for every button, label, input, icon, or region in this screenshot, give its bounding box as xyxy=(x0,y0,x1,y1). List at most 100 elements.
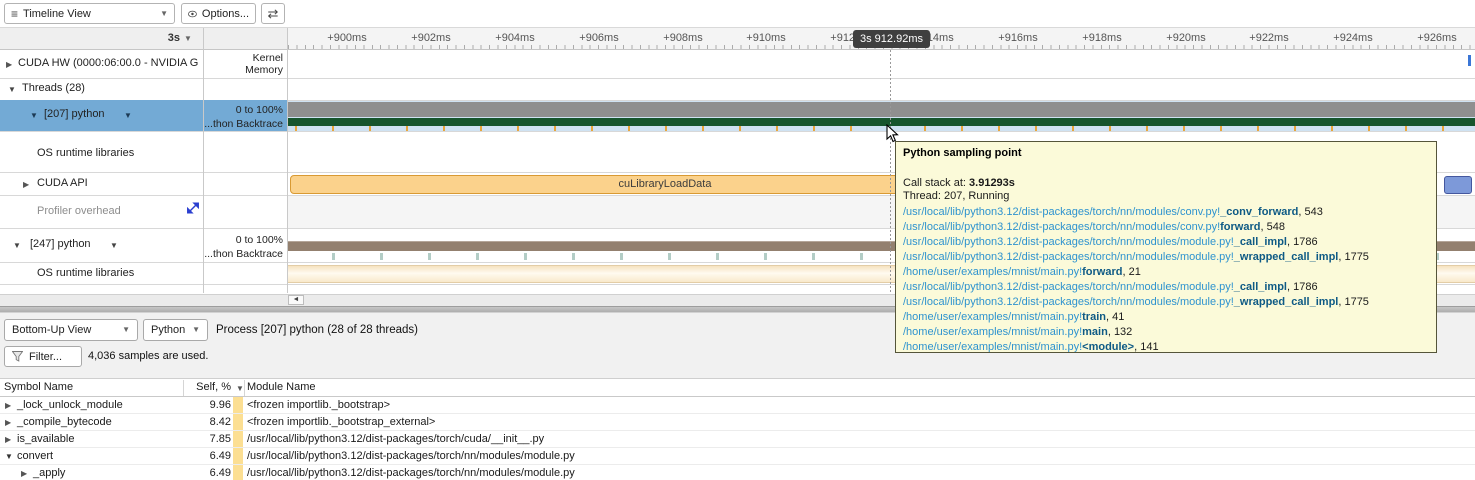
row-label: Profiler overhead xyxy=(37,205,121,217)
sidebar-row-os-runtime-207[interactable]: OS runtime libraries xyxy=(0,131,287,172)
callstack-prefix: Call stack at: xyxy=(903,177,970,189)
frame-func: _wrapped_call_impl xyxy=(1233,251,1339,263)
column-divider[interactable] xyxy=(183,380,184,396)
expander-icon[interactable]: ▼ xyxy=(8,85,16,94)
cuda-api-call-label: cuLibraryLoadData xyxy=(618,178,712,190)
python-backtrace-bar-207[interactable] xyxy=(288,118,1475,126)
sidebar-row-profiler-overhead[interactable]: Profiler overhead xyxy=(0,195,287,228)
view-selector-dropdown[interactable]: ≡ Timeline View ▼ xyxy=(4,3,175,24)
ruler-tick-label: +924ms xyxy=(1333,32,1373,44)
ruler-tick-label: +900ms xyxy=(327,32,367,44)
sidebar-row-cuda-api[interactable]: ▶ CUDA API xyxy=(0,172,287,195)
self-pct-cell: 6.49 xyxy=(209,467,231,479)
expander-icon[interactable]: ▼ xyxy=(30,111,38,120)
frame-func: _conv_forward xyxy=(1220,206,1299,218)
table-row[interactable]: ▶ _compile_bytecode 8.42 <frozen importl… xyxy=(0,414,1475,431)
ruler-tick-label: +916ms xyxy=(998,32,1038,44)
view-selector-label: Timeline View xyxy=(23,7,91,20)
ruler-tick-label: +920ms xyxy=(1166,32,1206,44)
expander-icon[interactable]: ▶ xyxy=(23,180,29,189)
track-kind-label: Memory xyxy=(245,64,283,76)
frame-func: _call_impl xyxy=(1233,236,1287,248)
table-row[interactable]: ▼ convert 6.49 /usr/local/lib/python3.12… xyxy=(0,448,1475,465)
table-header-row[interactable]: Symbol Name Self, % ▼ Module Name xyxy=(0,379,1475,397)
tooltip-callstack-line: Call stack at: 3.91293s xyxy=(903,177,1429,189)
frame-path: /usr/local/lib/python3.12/dist-packages/… xyxy=(903,251,1234,263)
thread-options-dropdown-icon[interactable]: ▼ xyxy=(124,111,132,120)
stack-frame: /usr/local/lib/python3.12/dist-packages/… xyxy=(903,220,1429,235)
frame-line: , 132 xyxy=(1107,326,1133,338)
language-selector[interactable]: Python ▼ xyxy=(143,319,208,341)
row-label: OS runtime libraries xyxy=(37,267,135,279)
frame-line: , 1786 xyxy=(1287,236,1318,248)
expander-icon[interactable]: ▶ xyxy=(5,435,11,444)
ruler-tick-label: +904ms xyxy=(495,32,535,44)
expander-icon[interactable]: ▶ xyxy=(5,418,11,427)
frame-path: /home/user/examples/mnist/main.py! xyxy=(903,326,1083,338)
column-divider[interactable] xyxy=(244,380,245,396)
filter-button[interactable]: Filter... xyxy=(4,346,82,367)
self-pct-bar xyxy=(233,397,243,413)
ruler-tick-label: +908ms xyxy=(663,32,703,44)
stack-frame: /usr/local/lib/python3.12/dist-packages/… xyxy=(903,250,1429,265)
symbol-cell: is_available xyxy=(17,433,75,445)
ruler-tick-label: +910ms xyxy=(746,32,786,44)
samples-count-label: 4,036 samples are used. xyxy=(88,350,209,362)
pane-divider xyxy=(203,28,204,293)
ruler-tick-label: +906ms xyxy=(579,32,619,44)
eye-icon xyxy=(188,10,197,17)
expander-icon[interactable]: ▶ xyxy=(5,401,11,410)
expand-row-icon[interactable] xyxy=(186,201,200,215)
sort-desc-icon[interactable]: ▼ xyxy=(236,384,244,393)
table-row[interactable]: ▶ is_available 7.85 /usr/local/lib/pytho… xyxy=(0,431,1475,448)
col-header-self[interactable]: Self, % xyxy=(140,381,231,393)
expander-icon[interactable]: ▼ xyxy=(5,452,13,461)
frame-line: , 141 xyxy=(1134,341,1159,353)
table-row[interactable]: ▶ _apply 6.49 /usr/local/lib/python3.12/… xyxy=(0,465,1475,480)
self-pct-bar xyxy=(233,431,243,447)
tooltip-title: Python sampling point xyxy=(903,147,1022,159)
frame-func: forward xyxy=(1082,266,1123,278)
scrollbar-left-arrow[interactable]: ◄ xyxy=(288,295,304,305)
ruler-tick-label: +918ms xyxy=(1082,32,1122,44)
expander-icon[interactable]: ▶ xyxy=(21,469,27,478)
expander-icon[interactable]: ▼ xyxy=(13,241,21,250)
sampling-ticks-orange[interactable] xyxy=(288,126,1475,131)
self-pct-bar xyxy=(233,448,243,464)
stack-frame: /home/user/examples/mnist/main.py!train,… xyxy=(903,310,1429,325)
row-label: [247] python xyxy=(30,238,91,250)
stack-frame: /usr/local/lib/python3.12/dist-packages/… xyxy=(903,295,1429,310)
frame-func: <module> xyxy=(1082,341,1135,353)
tooltip-callstack: /usr/local/lib/python3.12/dist-packages/… xyxy=(903,205,1429,353)
self-pct-cell: 8.42 xyxy=(209,416,231,428)
symbol-cell: _compile_bytecode xyxy=(17,416,112,428)
sidebar-row-cuda-hw[interactable]: ▶ CUDA HW (0000:06:00.0 - NVIDIA Ge Kern… xyxy=(0,50,287,78)
cpu-usage-bar-207[interactable] xyxy=(288,102,1475,117)
symbol-cell: _apply xyxy=(33,467,66,479)
self-pct-cell: 9.96 xyxy=(209,399,231,411)
module-cell: /usr/local/lib/python3.12/dist-packages/… xyxy=(247,467,575,479)
options-button[interactable]: Options... xyxy=(181,3,256,24)
tooltip-thread-line: Thread: 207, Running xyxy=(903,190,1010,202)
thread-options-dropdown-icon[interactable]: ▼ xyxy=(110,241,118,250)
swap-arrows-icon: ⇄ xyxy=(267,6,279,21)
kernel-event-tick[interactable] xyxy=(1468,55,1471,66)
table-row[interactable]: ▶ _lock_unlock_module 9.96 <frozen impor… xyxy=(0,397,1475,414)
sidebar-row-os-runtime-247[interactable]: OS runtime libraries xyxy=(0,262,287,284)
api-call-bar-blue[interactable] xyxy=(1444,176,1472,194)
filter-label: Filter... xyxy=(29,350,63,363)
col-header-module[interactable]: Module Name xyxy=(247,381,315,393)
frame-path: /usr/local/lib/python3.12/dist-packages/… xyxy=(903,206,1221,218)
sidebar-row-threads[interactable]: ▼ Threads (28) xyxy=(0,78,287,100)
sidebar-row-thread-207[interactable]: ▼ [207] python ▼ 0 to 100% ...thon Backt… xyxy=(0,100,287,131)
sidebar-row-thread-247[interactable]: ▼ [247] python ▼ 0 to 100% ...thon Backt… xyxy=(0,228,287,262)
self-pct-cell: 6.49 xyxy=(209,450,231,462)
frame-path: /usr/local/lib/python3.12/dist-packages/… xyxy=(903,281,1234,293)
expander-icon[interactable]: ▶ xyxy=(6,60,12,69)
swap-rows-button[interactable]: ⇄ xyxy=(261,3,285,24)
frame-path: /usr/local/lib/python3.12/dist-packages/… xyxy=(903,221,1221,233)
zoom-scale-label: 3s xyxy=(167,32,180,44)
timeline-scale-header[interactable]: 3s ▼ xyxy=(0,28,287,50)
col-header-symbol[interactable]: Symbol Name xyxy=(4,381,73,393)
bottom-view-selector[interactable]: Bottom-Up View ▼ xyxy=(4,319,138,341)
